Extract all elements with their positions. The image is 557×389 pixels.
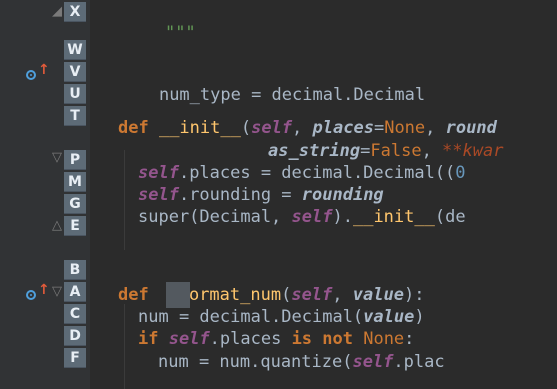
code-line: if self.places is not None: bbox=[138, 328, 414, 350]
code-token: super(Decimal, bbox=[138, 207, 292, 227]
fold-start-icon[interactable]: ▽ bbox=[52, 150, 62, 165]
code-line: num = num.quantize(self.plac bbox=[158, 351, 445, 373]
false-constant: False bbox=[370, 141, 422, 161]
kwargs-param: **kwar bbox=[442, 141, 504, 161]
code-token: num_type = decimal.Decimal bbox=[158, 85, 426, 105]
self-ref: self bbox=[168, 329, 210, 349]
self-ref: self bbox=[138, 185, 179, 205]
code-line: num = decimal.Decimal(value) bbox=[138, 306, 425, 328]
code-line: num_type = decimal.Decimal bbox=[118, 62, 425, 105]
indent-guide bbox=[124, 304, 125, 389]
code-line: self.rounding = rounding bbox=[138, 184, 384, 206]
arrow-up-icon[interactable]: ↑ bbox=[38, 62, 50, 78]
code-token: , bbox=[332, 285, 353, 305]
code-token: , bbox=[292, 118, 313, 138]
code-token: , bbox=[421, 141, 443, 161]
jump-letter[interactable]: U bbox=[64, 84, 86, 104]
keyword-def: def bbox=[118, 118, 159, 138]
number-literal: 0 bbox=[455, 163, 466, 183]
code-token: ): bbox=[403, 285, 425, 305]
self-ref: self bbox=[352, 352, 394, 372]
code-token: = bbox=[373, 118, 385, 138]
param-name: as_string bbox=[268, 141, 361, 161]
code-token: ( bbox=[281, 285, 292, 305]
keyword-def: def bbox=[118, 285, 159, 305]
self-param: self bbox=[291, 285, 333, 305]
code-token: : bbox=[404, 329, 415, 349]
fold-end-icon[interactable]: △ bbox=[52, 218, 62, 233]
param-name: value bbox=[352, 285, 404, 305]
none-constant: None bbox=[363, 329, 405, 349]
self-ref: self bbox=[291, 207, 333, 227]
indent-guide bbox=[124, 150, 125, 250]
self-param: self bbox=[251, 118, 293, 138]
code-line: def ormat_num(self, value): bbox=[118, 284, 424, 306]
jump-letter[interactable]: G bbox=[64, 194, 86, 214]
code-token: ). bbox=[332, 207, 353, 227]
param-ref: value bbox=[363, 307, 415, 327]
code-token: ) bbox=[414, 307, 425, 327]
self-ref: self bbox=[138, 163, 179, 183]
code-token: num = decimal.Decimal( bbox=[138, 307, 364, 327]
code-token: .plac bbox=[393, 352, 445, 372]
code-token: , bbox=[425, 118, 446, 138]
jump-letter[interactable]: X bbox=[64, 2, 86, 22]
code-line: super(Decimal, self).__init__(de bbox=[138, 206, 466, 228]
code-line: """ bbox=[124, 0, 196, 43]
function-name: __init__ bbox=[158, 118, 241, 138]
none-constant: None bbox=[384, 118, 426, 138]
code-token: .places = decimal.Decimal(( bbox=[178, 163, 456, 183]
arrow-up-icon[interactable]: ↑ bbox=[38, 282, 50, 298]
jump-letter[interactable]: C bbox=[64, 304, 86, 324]
jump-letter[interactable]: V bbox=[64, 62, 86, 82]
jump-letter[interactable]: F bbox=[64, 348, 86, 368]
jump-letter[interactable]: A bbox=[64, 282, 86, 302]
code-token: (de bbox=[434, 207, 466, 227]
code-line: self.places = decimal.Decimal((0 bbox=[138, 162, 466, 184]
jump-letter[interactable]: W bbox=[64, 40, 86, 60]
function-name: __init__ bbox=[352, 207, 435, 227]
fold-start-icon[interactable]: ▽ bbox=[52, 284, 62, 299]
code-token: num = num.quantize( bbox=[158, 352, 353, 372]
param-ref: rounding bbox=[301, 185, 384, 205]
code-line: def __init__(self, places=None, round bbox=[118, 117, 497, 139]
text-cursor-block bbox=[166, 282, 190, 308]
jump-letter[interactable]: B bbox=[64, 260, 86, 280]
jump-letter-strip: X W V U T P M G E B A C D F bbox=[64, 0, 86, 389]
docstring-quotes: """ bbox=[164, 23, 196, 43]
override-icon[interactable] bbox=[26, 290, 36, 300]
fold-end-icon[interactable]: ◢ bbox=[52, 4, 62, 19]
param-name: round bbox=[445, 118, 497, 138]
param-name: places bbox=[312, 118, 374, 138]
code-token: .places bbox=[209, 329, 292, 349]
jump-letter[interactable]: T bbox=[64, 106, 86, 126]
code-token: = bbox=[360, 141, 371, 161]
function-name: ormat_num bbox=[188, 285, 282, 305]
jump-letter[interactable]: P bbox=[64, 150, 86, 170]
code-token: ( bbox=[240, 118, 252, 138]
jump-letter[interactable]: E bbox=[64, 216, 86, 236]
override-icon[interactable] bbox=[26, 70, 36, 80]
jump-letter[interactable]: M bbox=[64, 172, 86, 192]
code-line: as_string=False, **kwar bbox=[268, 140, 503, 162]
code-token: .rounding = bbox=[178, 185, 302, 205]
jump-letter[interactable]: D bbox=[64, 326, 86, 346]
keyword-if: if bbox=[138, 329, 169, 349]
code-editor[interactable]: """ num_type = decimal.Decimal def __ini… bbox=[90, 0, 557, 389]
keyword-is-not: is not bbox=[291, 329, 364, 349]
